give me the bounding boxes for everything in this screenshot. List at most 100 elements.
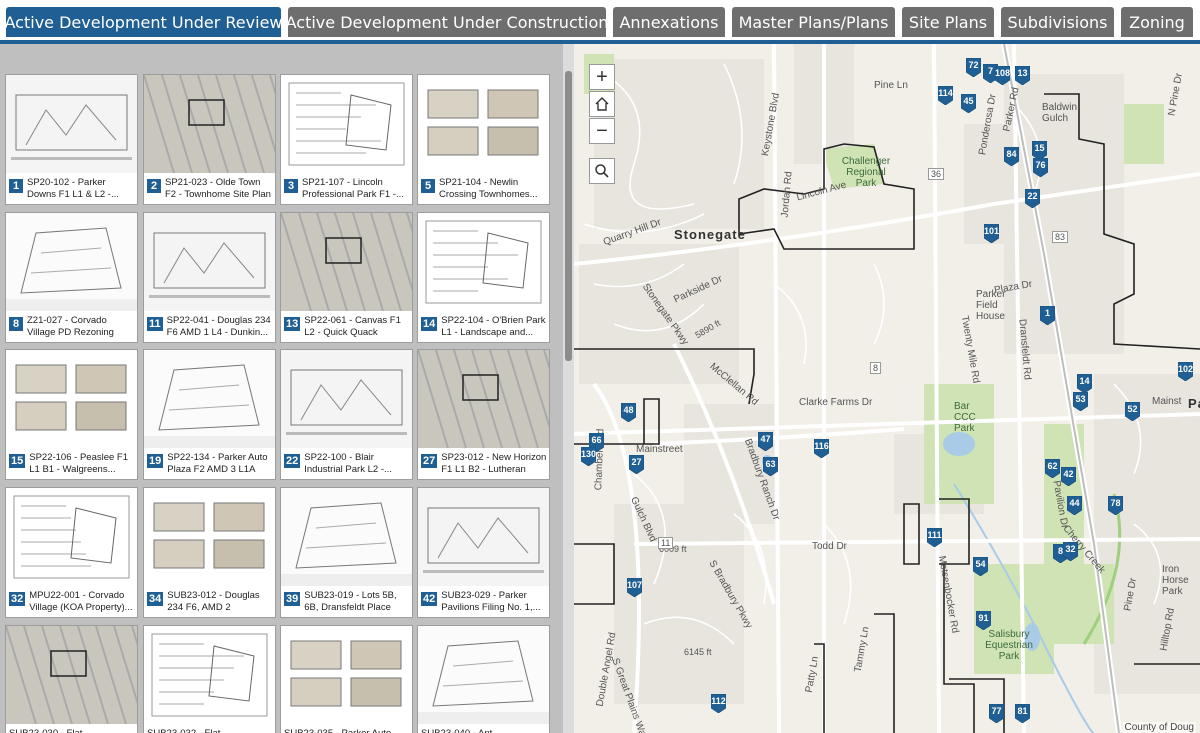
project-card[interactable]: 1 SP20-102 - Parker Downs F1 L1 & L2 -...	[5, 74, 138, 205]
project-card[interactable]: SUB23-030 - Flat...	[5, 625, 138, 733]
project-card[interactable]: SUB23-032 - Flat...	[143, 625, 276, 733]
tab-zoning[interactable]: Zoning	[1121, 7, 1193, 37]
project-thumbnail	[6, 488, 137, 586]
project-gallery[interactable]: 1 SP20-102 - Parker Downs F1 L1 & L2 -...…	[0, 44, 563, 733]
route-shield-36: 36	[928, 168, 945, 180]
project-map-marker[interactable]: 112	[711, 694, 726, 713]
project-map-marker[interactable]: 111	[927, 528, 942, 547]
project-card[interactable]: 15 SP22-106 - Peaslee F1 L1 B1 - Walgreen…	[5, 349, 138, 480]
project-number-badge: 32	[9, 592, 26, 606]
project-map-marker[interactable]: 1	[1040, 306, 1055, 325]
project-thumbnail	[418, 213, 549, 311]
tab-subdivisions[interactable]: Subdivisions	[1001, 7, 1114, 37]
project-map-marker[interactable]: 114	[938, 86, 953, 105]
project-map-marker[interactable]: 27	[629, 455, 644, 474]
project-map-marker[interactable]: 130	[581, 447, 596, 466]
marker-label: 116	[814, 441, 829, 451]
project-card[interactable]: SUB23-040 - Ant...	[417, 625, 550, 733]
project-map-marker[interactable]: 76	[1033, 158, 1048, 177]
tab-master-plans[interactable]: Master Plans/Plans	[732, 7, 895, 37]
zoom-in-button[interactable]: +	[589, 64, 615, 90]
project-thumbnail	[281, 488, 412, 586]
project-map-marker[interactable]: 107	[627, 578, 642, 597]
project-card[interactable]: 34 SUB23-012 - Douglas 234 F6, AMD 2	[143, 487, 276, 618]
label-mainstreet: Mainstreet	[636, 444, 683, 455]
map-search-button[interactable]	[589, 158, 615, 184]
project-title: Z21-027 - Corvado Village PD Rezoning	[27, 315, 114, 338]
project-map-marker[interactable]: 14	[1077, 374, 1092, 393]
project-card[interactable]: 39 SUB23-019 - Lots 5B, 6B, Dransfeldt Pl…	[280, 487, 413, 618]
marker-label: 44	[1069, 498, 1080, 508]
project-map-marker[interactable]: 32	[1063, 542, 1078, 561]
app-window: Active Development Under Review Active D…	[0, 0, 1200, 733]
tab-active-development-under-review[interactable]: Active Development Under Review	[5, 7, 283, 37]
project-map-marker[interactable]: 81	[1015, 704, 1030, 723]
scrollbar-thumb[interactable]	[565, 71, 572, 361]
project-card[interactable]: 5 SP21-104 - Newlin Crossing Townhomes...	[417, 74, 550, 205]
gallery-scrollbar[interactable]	[563, 44, 574, 733]
project-card[interactable]: 13 SP22-061 - Canvas F1 L2 - Quick Quack …	[280, 212, 413, 343]
marker-label: 84	[1006, 149, 1017, 159]
project-map-marker[interactable]: 22	[1025, 189, 1040, 208]
project-card[interactable]: 19 SP22-134 - Parker Auto Plaza F2 AMD 3 …	[143, 349, 276, 480]
marker-label: 27	[631, 457, 642, 467]
project-card[interactable]: 11 SP22-041 - Douglas 234 F6 AMD 1 L4 - D…	[143, 212, 276, 343]
marker-label: 45	[963, 96, 974, 106]
project-card[interactable]: 8 Z21-027 - Corvado Village PD Rezoning	[5, 212, 138, 343]
project-card[interactable]: 2 SP21-023 - Olde Town F2 - Townhome Site…	[143, 74, 276, 205]
project-card[interactable]: 14 SP22-104 - O'Brien Park L1 - Landscape…	[417, 212, 550, 343]
project-thumbnail	[418, 626, 549, 724]
project-card[interactable]: 32 MPU22-001 - Corvado Village (KOA Prope…	[5, 487, 138, 618]
project-number-badge: 1	[9, 179, 23, 193]
marker-label: 42	[1063, 469, 1074, 479]
project-map-marker[interactable]: 116	[814, 439, 829, 458]
project-map-marker[interactable]: 44	[1067, 496, 1082, 515]
project-card[interactable]: 42 SUB23-029 - Parker Pavilions Filing No…	[417, 487, 550, 618]
project-number-badge: 15	[9, 454, 26, 468]
project-thumbnail	[144, 213, 275, 311]
zoom-out-button[interactable]: −	[589, 118, 615, 144]
label-elevation-6145: 6145 ft	[684, 647, 712, 657]
project-map-marker[interactable]: 45	[961, 94, 976, 113]
project-map-marker[interactable]: 101	[984, 224, 999, 243]
project-title: SP21-023 - Olde Town F2 - Townhome Site …	[165, 177, 271, 200]
project-map-marker[interactable]: 77	[989, 704, 1004, 723]
project-caption: 27 SP23-012 - New Horizon F1 L1 B2 - Luth…	[418, 449, 549, 479]
project-map-marker[interactable]: 13	[1015, 66, 1030, 85]
project-map-marker[interactable]: 91	[976, 611, 991, 630]
project-number-badge: 11	[147, 317, 163, 331]
project-map-marker[interactable]: 52	[1125, 402, 1140, 421]
project-number-badge: 2	[147, 179, 161, 193]
project-title: SP21-107 - Lincoln Professional Park F1 …	[302, 177, 404, 200]
project-title: SUB23-019 - Lots 5B, 6B, Dransfeldt Plac…	[304, 590, 397, 615]
project-thumbnail	[418, 75, 549, 173]
project-map-marker[interactable]: 53	[1073, 392, 1088, 411]
label-salisbury-park: Salisbury Equestrian Park	[985, 629, 1033, 662]
project-number-badge: 22	[284, 454, 301, 468]
marker-label: 53	[1075, 394, 1086, 404]
project-card[interactable]: SUB23-035 - Parker Auto...	[280, 625, 413, 733]
project-number-badge: 8	[9, 317, 23, 331]
project-map-marker[interactable]: 42	[1061, 467, 1076, 486]
project-map-marker[interactable]: 108	[995, 66, 1010, 85]
project-map-marker[interactable]: 54	[973, 557, 988, 576]
project-map-marker[interactable]: 78	[1108, 496, 1123, 515]
project-map-marker[interactable]: 102	[1178, 362, 1193, 381]
project-card[interactable]: 27 SP23-012 - New Horizon F1 L1 B2 - Luth…	[417, 349, 550, 480]
marker-label: 66	[591, 435, 602, 445]
project-thumbnail	[144, 350, 275, 448]
project-number-badge: 14	[421, 317, 438, 331]
project-title: SUB23-029 - Parker Pavilions Filing No. …	[441, 590, 541, 613]
tab-annexations[interactable]: Annexations	[613, 7, 725, 37]
label-stonegate: Stonegate	[674, 227, 746, 242]
project-map-marker[interactable]: 47	[758, 432, 773, 451]
project-card[interactable]: 3 SP21-107 - Lincoln Professional Park F1…	[280, 74, 413, 205]
home-button[interactable]	[589, 91, 615, 117]
project-map-marker[interactable]: 48	[621, 403, 636, 422]
project-map-marker[interactable]: 63	[763, 457, 778, 476]
map-view[interactable]: Stonegate Quarry Hill Dr Parkside Dr Sto…	[574, 44, 1200, 733]
tab-active-development-under-construction[interactable]: Active Development Under Construction	[286, 7, 608, 37]
project-map-marker[interactable]: 84	[1004, 147, 1019, 166]
project-card[interactable]: 22 SP22-100 - Blair Industrial Park L2 -.…	[280, 349, 413, 480]
tab-site-plans[interactable]: Site Plans	[902, 7, 994, 37]
